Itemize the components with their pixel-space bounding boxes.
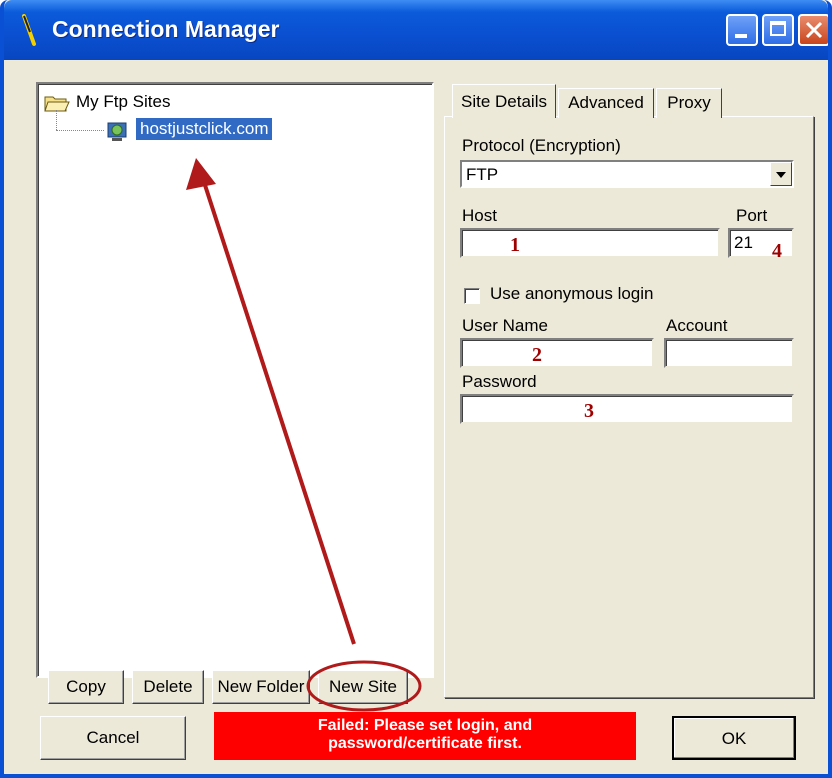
anonymous-login-checkbox[interactable] [464,288,480,304]
maximize-button[interactable] [762,14,794,46]
close-icon [805,21,823,39]
user-name-input[interactable] [460,338,654,368]
site-tree[interactable]: My Ftp Sites hostjustclick.com [36,82,434,678]
delete-button[interactable]: Delete [132,670,204,704]
tree-root-label[interactable]: My Ftp Sites [76,92,170,112]
tab-advanced[interactable]: Advanced [558,88,654,118]
host-label: Host [462,206,497,225]
connection-manager-window: Connection Manager My Ftp Sites hostjust… [0,0,832,778]
protocol-select[interactable]: FTP [460,160,794,188]
error-message: Failed: Please set login, and password/c… [214,712,636,760]
new-site-button[interactable]: New Site [318,670,408,704]
annotation-number-2: 2 [532,344,542,366]
tree-site-item[interactable]: hostjustclick.com [136,118,273,140]
error-line-2: password/certificate first. [328,735,522,752]
port-label: Port [736,206,768,225]
tab-proxy[interactable]: Proxy [656,88,722,118]
user-name-label: User Name [462,316,548,335]
close-button[interactable] [798,14,828,46]
error-line-1: Failed: Please set login, and [317,717,533,734]
tab-site-details[interactable]: Site Details [452,84,556,118]
protocol-label: Protocol (Encryption) [462,136,621,155]
tree-connector [56,130,104,131]
window-title: Connection Manager [52,16,280,42]
cancel-button[interactable]: Cancel [40,716,186,760]
ok-button[interactable]: OK [672,716,796,760]
annotation-number-4: 4 [772,240,782,262]
protocol-dropdown-button[interactable] [770,162,792,186]
folder-open-icon [44,96,70,112]
protocol-value: FTP [466,165,499,184]
password-label: Password [462,372,537,391]
chevron-down-icon [776,172,786,178]
maximize-icon [770,21,786,36]
account-label: Account [666,316,728,335]
account-input[interactable] [664,338,794,368]
annotation-number-3: 3 [584,400,594,422]
port-input[interactable]: 21 [728,228,794,258]
app-icon [22,14,36,46]
host-input[interactable] [460,228,720,258]
new-folder-button[interactable]: New Folder [212,670,310,704]
title-bar[interactable]: Connection Manager [4,0,828,60]
minimize-icon [735,34,747,38]
copy-button[interactable]: Copy [48,670,124,704]
anonymous-login-label[interactable]: Use anonymous login [490,284,653,304]
minimize-button[interactable] [726,14,758,46]
password-input[interactable] [460,394,794,424]
ftp-site-icon [107,122,127,141]
port-value: 21 [734,233,753,252]
annotation-number-1: 1 [510,234,520,256]
tree-connector [56,110,57,130]
